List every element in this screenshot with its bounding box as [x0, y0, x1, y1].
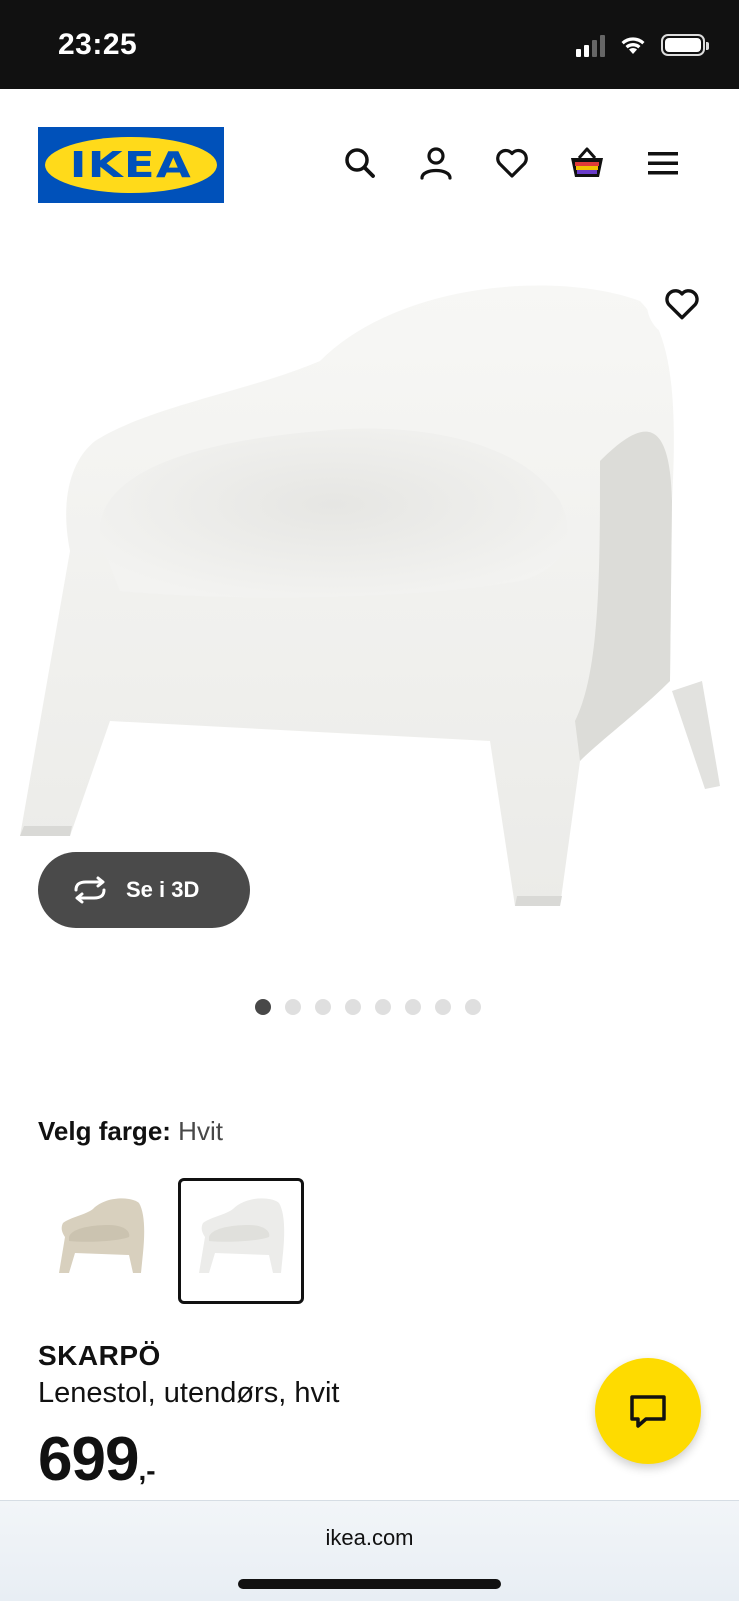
ikea-logo[interactable]: IKEA	[38, 127, 224, 203]
url-text[interactable]: ikea.com	[0, 1525, 739, 1551]
search-icon[interactable]	[340, 143, 380, 183]
logo-text: IKEA	[69, 144, 193, 186]
view-in-3d-button[interactable]: Se i 3D	[38, 852, 250, 928]
site-header: IKEA	[0, 89, 739, 241]
browser-url-bar[interactable]: ikea.com	[0, 1500, 739, 1601]
color-selector-label: Velg farge: Hvit	[38, 1116, 223, 1147]
menu-icon[interactable]	[643, 143, 683, 183]
wifi-icon	[621, 37, 645, 54]
account-icon[interactable]	[416, 143, 456, 183]
carousel-dot[interactable]	[465, 999, 481, 1015]
color-option-beige[interactable]	[38, 1178, 164, 1304]
status-bar: 23:25	[0, 0, 739, 89]
carousel-dot[interactable]	[375, 999, 391, 1015]
image-carousel-dots	[255, 999, 481, 1015]
carousel-dot[interactable]	[255, 999, 271, 1015]
price-main: 699	[38, 1425, 139, 1494]
carousel-dot[interactable]	[315, 999, 331, 1015]
product-price: 699 ,-	[38, 1424, 156, 1495]
carousel-dot[interactable]	[285, 999, 301, 1015]
product-description: Lenestol, utendørs, hvit	[38, 1377, 340, 1409]
battery-icon	[661, 34, 709, 56]
chat-bubble-icon	[630, 1395, 666, 1428]
price-suffix: ,-	[138, 1455, 156, 1486]
color-label: Velg farge:	[38, 1116, 171, 1146]
heart-icon	[665, 289, 699, 320]
selected-color-value: Hvit	[178, 1116, 223, 1146]
favourites-icon[interactable]	[492, 143, 532, 183]
shopping-bag-icon[interactable]	[567, 143, 607, 183]
rotate-3d-icon	[74, 876, 106, 904]
cellular-signal-icon	[576, 33, 605, 57]
product-image[interactable]	[0, 241, 739, 941]
color-option-white[interactable]	[178, 1178, 304, 1304]
home-indicator[interactable]	[238, 1579, 501, 1589]
carousel-dot[interactable]	[435, 999, 451, 1015]
chat-button[interactable]	[595, 1358, 701, 1464]
status-icons	[576, 33, 709, 57]
view-in-3d-label: Se i 3D	[126, 877, 200, 902]
status-time: 23:25	[58, 28, 138, 61]
add-to-favourites-button[interactable]	[647, 269, 717, 339]
carousel-dot[interactable]	[345, 999, 361, 1015]
product-name: SKARPÖ	[38, 1340, 161, 1371]
carousel-dot[interactable]	[405, 999, 421, 1015]
